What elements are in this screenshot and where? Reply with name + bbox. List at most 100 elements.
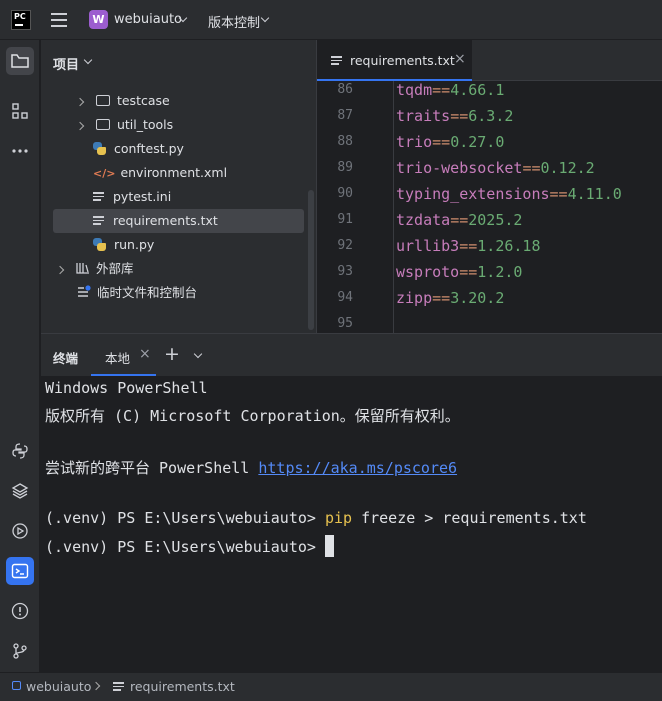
editor-tab-bar: requirements.txt × (317, 40, 662, 81)
code-op: == (459, 263, 478, 281)
terminal-dropdown-chevron-icon[interactable] (193, 349, 203, 359)
scratches-icon (78, 285, 91, 297)
python-console-button[interactable] (6, 437, 34, 465)
structure-tool-button[interactable] (6, 97, 34, 125)
chevron-right-icon[interactable] (55, 265, 65, 275)
code-pkg: trio-websocket (396, 159, 523, 177)
layers-icon (11, 483, 29, 499)
line-number: 86 (337, 82, 353, 97)
tree-item-label: testcase (116, 93, 170, 108)
editor-tab-label: requirements.txt (350, 53, 455, 68)
close-icon[interactable]: × (139, 346, 151, 362)
project-name[interactable]: webuiauto (114, 12, 182, 27)
python-console-icon (12, 443, 28, 459)
code-line: typing_extensions==4.11.0 (396, 185, 622, 203)
tool-window-strip (0, 40, 40, 672)
git-branch-icon (13, 643, 27, 659)
tree-item-label: util_tools (116, 117, 174, 132)
terminal-line: (.venv) PS E:\Users\webuiauto> pip freez… (45, 509, 587, 527)
code-pkg: typing_extensions (396, 185, 550, 203)
vcs-chevron-down-icon[interactable] (260, 13, 270, 23)
git-button[interactable] (6, 637, 34, 665)
vcs-menu[interactable]: 版本控制 (208, 12, 260, 31)
project-tool-button[interactable] (6, 47, 34, 75)
tree-item-scratches[interactable]: 临时文件和控制台 (77, 281, 197, 305)
code-ver: 1.26.18 (477, 237, 541, 255)
code-line: tzdata==2025.2 (396, 211, 522, 229)
code-ver: 0.12.2 (540, 159, 595, 177)
tree-item-label: conftest.py (113, 141, 184, 156)
pycharm-logo[interactable]: PC (11, 10, 31, 30)
code-line: traits==6.3.2 (396, 107, 513, 125)
folder-icon (95, 119, 110, 130)
terminal-title: 终端 (53, 351, 79, 366)
text-file-icon (113, 682, 124, 692)
tree-item-util-tools[interactable]: util_tools (75, 113, 174, 137)
text-file-icon (331, 56, 342, 66)
terminal-tool-button[interactable] (6, 557, 34, 585)
more-tools-button[interactable] (6, 137, 34, 165)
chevron-right-icon[interactable] (75, 121, 85, 131)
chevron-right-icon[interactable] (75, 97, 85, 107)
code-op: == (432, 81, 451, 99)
python-file-icon (93, 238, 106, 251)
terminal-input-line[interactable]: (.venv) PS E:\Users\webuiauto> (45, 535, 334, 557)
breadcrumb-separator-icon (91, 681, 101, 691)
code-op: == (450, 107, 469, 125)
terminal-command-args: freeze > requirements.txt (352, 509, 587, 527)
code-line: wsproto==1.2.0 (396, 263, 522, 281)
terminal-line: 版权所有 (C) Microsoft Corporation。保留所有权利。 (45, 407, 460, 425)
terminal-icon (11, 563, 29, 579)
tree-item-requirements[interactable]: requirements.txt (53, 209, 304, 233)
tree-item-environment[interactable]: </> environment.xml (93, 161, 227, 185)
terminal-cursor[interactable] (324, 535, 334, 557)
services-button[interactable] (6, 517, 34, 545)
pscore-link[interactable]: https://aka.ms/pscore6 (258, 459, 457, 477)
close-icon[interactable]: × (454, 51, 466, 67)
run-services-icon (12, 523, 28, 539)
code-op: == (432, 289, 451, 307)
more-icon (12, 149, 28, 153)
code-ver: 4.11.0 (567, 185, 622, 203)
tree-item-run[interactable]: run.py (93, 233, 154, 257)
code-line: trio-websocket==0.12.2 (396, 159, 595, 177)
tree-item-external-libraries[interactable]: 外部库 (55, 257, 134, 281)
python-packages-button[interactable] (6, 477, 34, 505)
code-op: == (432, 133, 451, 151)
tree-item-pytest-ini[interactable]: pytest.ini (93, 185, 171, 209)
main-menu-icon[interactable] (51, 13, 67, 27)
project-icon (12, 681, 21, 690)
new-terminal-plus-icon[interactable]: + (164, 343, 180, 365)
tree-item-conftest[interactable]: conftest.py (93, 137, 184, 161)
editor-tab-requirements[interactable]: requirements.txt × (317, 40, 472, 81)
code-pkg: tzdata (396, 211, 451, 229)
folder-icon (11, 54, 29, 68)
project-badge[interactable]: W (89, 10, 108, 29)
code-op: == (522, 159, 541, 177)
problems-button[interactable] (6, 597, 34, 625)
project-scrollbar[interactable] (308, 190, 314, 330)
code-op: == (450, 211, 469, 229)
tree-item-label: pytest.ini (112, 189, 172, 204)
terminal-tab-bar: 终端 本地 × + (41, 334, 662, 376)
terminal-text: 尝试新的跨平台 PowerShell (45, 459, 259, 477)
code-op: == (549, 185, 568, 203)
code-pkg: tqdm (396, 81, 433, 99)
terminal-command: pip (324, 509, 353, 527)
code-op: == (459, 237, 478, 255)
breadcrumb-file[interactable]: requirements.txt (130, 679, 235, 694)
tree-item-testcase[interactable]: testcase (75, 89, 170, 113)
terminal-line: Windows PowerShell (45, 379, 208, 397)
code-pkg: traits (396, 107, 451, 125)
problems-icon (11, 602, 29, 620)
line-number: 87 (337, 108, 353, 123)
project-pane-chevron-down-icon[interactable] (83, 55, 93, 65)
tree-item-label: 外部库 (95, 261, 134, 276)
project-pane-title[interactable]: 项目 (53, 54, 79, 73)
line-number: 94 (337, 290, 353, 305)
breadcrumb-project[interactable]: webuiauto (26, 679, 91, 694)
terminal-tab-local[interactable]: 本地 × (91, 334, 156, 376)
code-area[interactable]: 86 tqdm==4.66.1 87 traits==6.3.2 88 trio==0.2… (317, 81, 662, 333)
tree-item-label: run.py (113, 237, 155, 252)
terminal-line: 尝试新的跨平台 PowerShell https://aka.ms/pscore… (45, 457, 457, 478)
